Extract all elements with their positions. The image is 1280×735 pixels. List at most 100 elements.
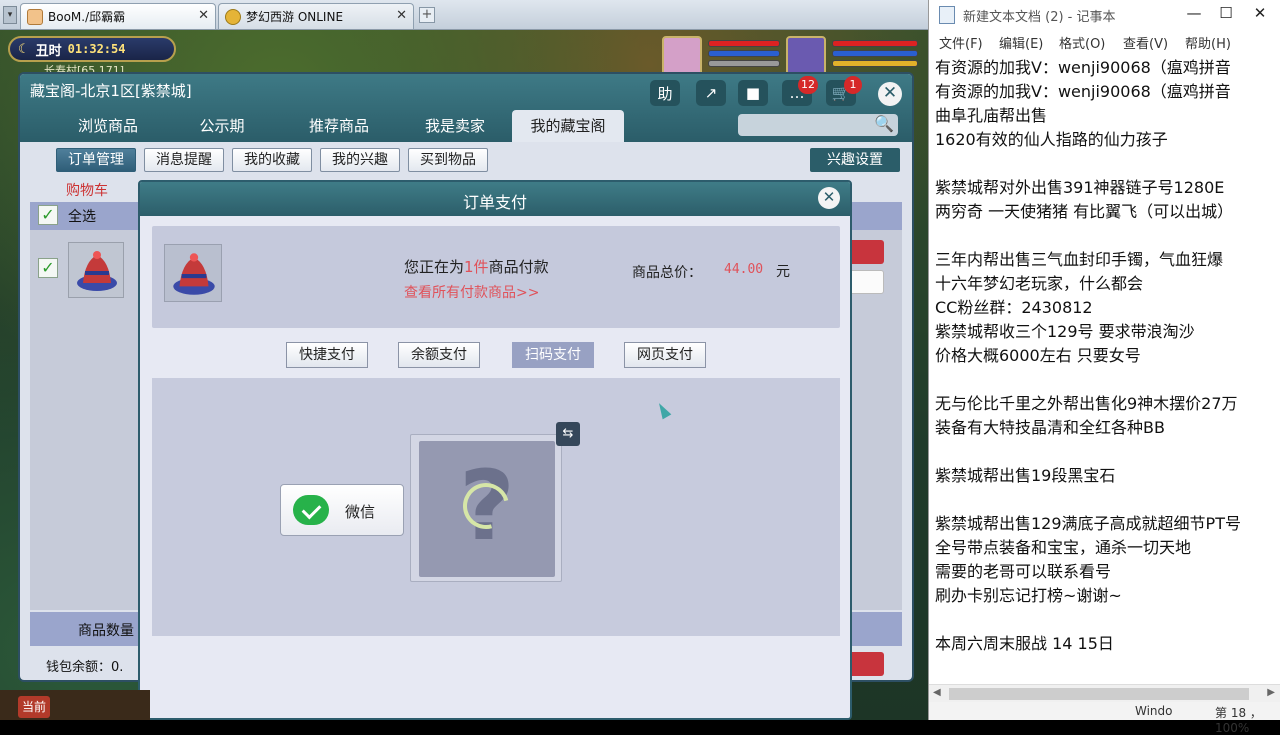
- text-line: 有资源的加我V：wenji90068（瘟鸡拼音: [935, 82, 1231, 101]
- select-all-label: 全选: [68, 209, 96, 225]
- tab-seller[interactable]: 我是卖家: [402, 110, 508, 142]
- subtab-favorites[interactable]: 我的收藏: [232, 148, 312, 172]
- browser-tab-boom[interactable]: BooM./邱霸霸 ✕: [20, 3, 216, 29]
- clock-time: 01:32:54: [67, 42, 126, 56]
- text-line: [935, 152, 1275, 176]
- messages-badge: 12: [798, 76, 818, 94]
- view-all-items-link[interactable]: 查看所有付款商品>>: [404, 282, 539, 302]
- browser-tab-label: 梦幻西游 ONLINE: [246, 10, 344, 24]
- menu-file[interactable]: 文件(F): [939, 33, 983, 52]
- menu-edit[interactable]: 编辑(E): [999, 33, 1043, 52]
- cbg-close-button[interactable]: ✕: [878, 82, 902, 106]
- text-line: 十六年梦幻老玩家，什么都会: [935, 274, 1144, 293]
- game-clock: ☾ 丑时 01:32:54: [8, 36, 176, 62]
- menu-view[interactable]: 查看(V): [1123, 33, 1168, 52]
- browser-tab-label: BooM./邱霸霸: [48, 10, 126, 24]
- browser-tab-game[interactable]: 梦幻西游 ONLINE ✕: [218, 3, 414, 29]
- pet-hp-bar: [708, 40, 780, 47]
- text-line: [935, 488, 1275, 512]
- pet-portrait[interactable]: [662, 36, 702, 76]
- messages-button[interactable]: … 12: [782, 76, 818, 106]
- minimize-button[interactable]: —: [1179, 4, 1209, 22]
- tab-public[interactable]: 公示期: [172, 110, 272, 142]
- tab-browse[interactable]: 浏览商品: [58, 110, 158, 142]
- payment-suffix: 商品付款: [488, 258, 549, 276]
- subtab-purchased[interactable]: 买到物品: [408, 148, 488, 172]
- text-line: 两穷奇 一天使猪猪 有比翼飞（可以出城）: [935, 202, 1234, 221]
- payment-summary: 您正在为1件商品付款 查看所有付款商品>> 商品总价： 44.00 元: [152, 226, 840, 328]
- item-checkbox[interactable]: ✓: [38, 258, 58, 278]
- hat-item-icon: [77, 251, 117, 291]
- text-line: 本周六周末服战 14 15日: [935, 634, 1114, 653]
- share-icon: ↗: [704, 84, 718, 102]
- text-line: CC粉丝群：2430812: [935, 298, 1093, 317]
- cbg-header: 藏宝阁-北京1区[紫禁城] 助 ↗ ■ … 12 🛒 1 ✕ 浏览商品 公示期 …: [20, 74, 912, 142]
- subtab-orders[interactable]: 订单管理: [56, 148, 136, 172]
- qr-code-frame: ?: [410, 434, 562, 582]
- tab-recommend[interactable]: 推荐商品: [286, 110, 392, 142]
- total-price-label: 商品总价：: [632, 265, 702, 281]
- text-line: [935, 368, 1275, 392]
- text-line: 紫禁城帮对外出售391神器链子号1280E: [935, 178, 1225, 197]
- qr-code-placeholder: ?: [419, 441, 555, 577]
- menu-format[interactable]: 格式(O): [1059, 33, 1105, 52]
- notepad-text-area[interactable]: 有资源的加我V：wenji90068（瘟鸡拼音 有资源的加我V：wenji9006…: [935, 56, 1275, 656]
- close-button[interactable]: ✕: [1245, 4, 1275, 22]
- text-line: 价格大概6000左右 只要女号: [935, 346, 1141, 365]
- cart-button[interactable]: 🛒 1: [826, 76, 862, 106]
- scroll-thumb[interactable]: [949, 688, 1249, 700]
- help-button[interactable]: 助: [650, 80, 680, 106]
- subtab-messages[interactable]: 消息提醒: [144, 148, 224, 172]
- notepad-title: 新建文本文档 (2) - 记事本: [963, 10, 1116, 25]
- horizontal-scrollbar[interactable]: ◀ ▶: [929, 684, 1280, 702]
- tab-menu-button[interactable]: ▾: [3, 6, 17, 24]
- method-scan-pay[interactable]: 扫码支付: [512, 342, 594, 368]
- close-icon[interactable]: ✕: [198, 8, 209, 23]
- text-line: 紫禁城帮收三个129号 要求带浪淘沙: [935, 322, 1195, 341]
- scroll-right-icon[interactable]: ▶: [1267, 687, 1275, 698]
- tab-my-cbg[interactable]: 我的藏宝阁: [512, 110, 624, 142]
- text-line: 三年内帮出售三气血封印手镯，气血狂爆: [935, 250, 1224, 269]
- player-hp-bar: [832, 40, 918, 47]
- text-line: [935, 224, 1275, 248]
- player-portrait[interactable]: [786, 36, 826, 76]
- share-button[interactable]: ↗: [696, 80, 726, 106]
- pet-mp-bar: [708, 50, 780, 57]
- notepad-status-bar: Windo 第 18 ，100%: [929, 702, 1280, 735]
- total-price-value: 44.00: [724, 262, 764, 277]
- search-icon[interactable]: 🔍: [874, 114, 894, 133]
- text-line: 全号带点装备和宝宝，通杀一切天地: [935, 538, 1192, 557]
- order-payment-dialog: 订单支付 ✕ 您正在为1件商品付款 查看所有付款商品>> 商品总价： 44.00…: [138, 180, 852, 720]
- payment-item-image: [164, 244, 222, 302]
- text-line: 刷办卡别忘记打榜~谢谢~: [935, 586, 1122, 605]
- text-line: [935, 440, 1275, 464]
- cart-item-image[interactable]: [68, 242, 124, 298]
- select-all-checkbox[interactable]: ✓: [38, 205, 58, 225]
- text-line: 装备有大特技晶清和全红各种BB: [935, 418, 1165, 437]
- scroll-left-icon[interactable]: ◀: [933, 687, 941, 698]
- new-tab-button[interactable]: +: [419, 7, 435, 23]
- text-line: 曲阜孔庙帮出售: [935, 106, 1048, 125]
- subtab-interests[interactable]: 我的兴趣: [320, 148, 400, 172]
- wechat-pay-button[interactable]: 微信: [280, 484, 404, 536]
- payment-close-button[interactable]: ✕: [818, 187, 840, 209]
- text-line: 紫禁城帮出售129满底子高成就超细节PT号: [935, 514, 1241, 533]
- swap-icon[interactable]: ⇆: [556, 422, 580, 446]
- search-input[interactable]: 🔍: [738, 114, 898, 136]
- menu-help[interactable]: 帮助(H): [1185, 33, 1231, 52]
- current-channel-button[interactable]: 当前: [18, 696, 50, 718]
- mouse-cursor: [654, 400, 672, 420]
- game-browser-window: ▾ BooM./邱霸霸 ✕ 梦幻西游 ONLINE ✕ + ☾ 丑时 01:32…: [0, 0, 928, 720]
- interest-settings-button[interactable]: 兴趣设置: [810, 148, 900, 172]
- notepad-titlebar: 新建文本文档 (2) - 记事本 — ☐ ✕: [929, 0, 1280, 30]
- close-icon[interactable]: ✕: [396, 8, 407, 23]
- avatar-icon: [27, 8, 43, 25]
- browser-tab-bar: ▾ BooM./邱霸霸 ✕ 梦幻西游 ONLINE ✕ +: [0, 0, 928, 30]
- maximize-button[interactable]: ☐: [1211, 4, 1241, 22]
- stop-icon: ■: [745, 84, 761, 102]
- method-web-pay[interactable]: 网页支付: [624, 342, 706, 368]
- stop-button[interactable]: ■: [738, 80, 768, 106]
- method-quick-pay[interactable]: 快捷支付: [286, 342, 368, 368]
- method-balance-pay[interactable]: 余额支付: [398, 342, 480, 368]
- payment-description: 您正在为1件商品付款: [404, 256, 549, 277]
